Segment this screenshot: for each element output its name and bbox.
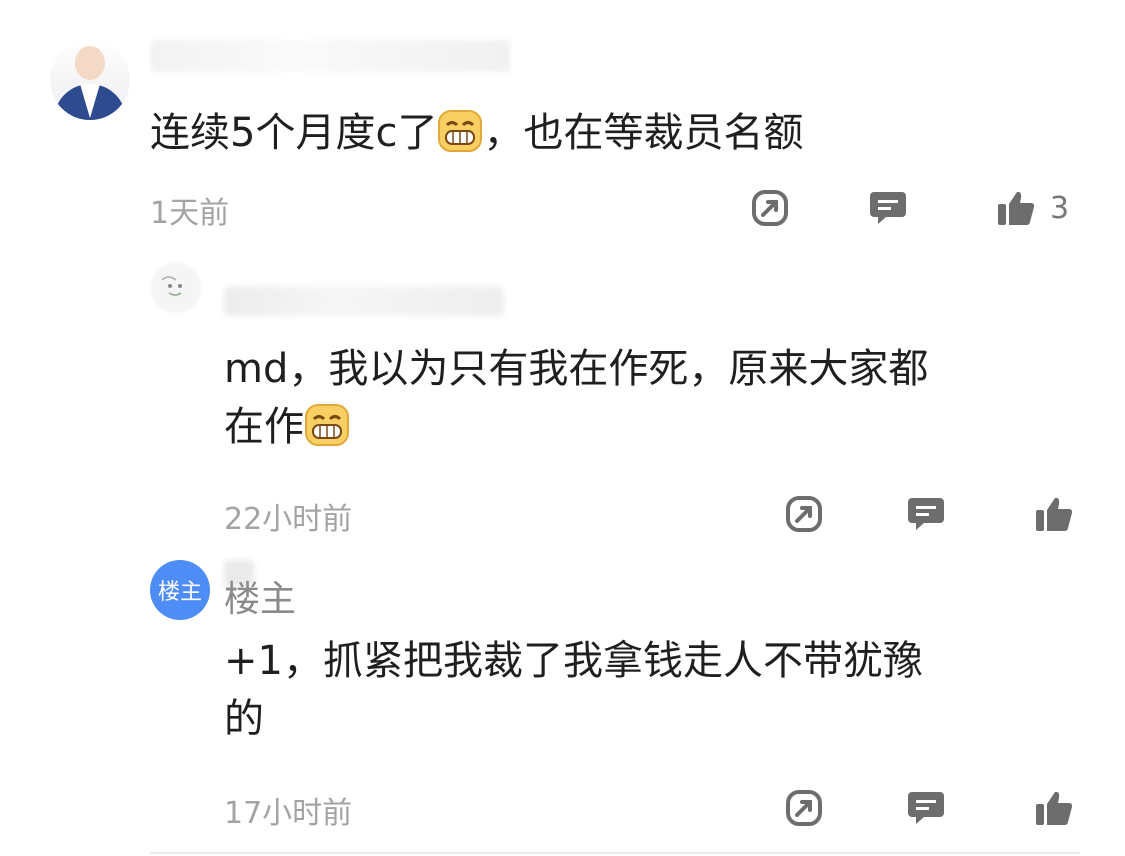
- share-button[interactable]: [784, 788, 824, 828]
- grin-emoji-icon: [437, 108, 483, 154]
- comment-actions: 3: [750, 188, 1069, 228]
- reply-icon: [908, 498, 944, 530]
- comment-text: 连续5个月度c了 ，也在等裁员名额: [150, 108, 804, 156]
- like-button[interactable]: [1034, 788, 1074, 828]
- reply-button[interactable]: [906, 494, 946, 534]
- reply-username-redacted: [224, 286, 504, 316]
- divider: [150, 852, 1080, 854]
- op-reply-actions: [784, 788, 1074, 828]
- like-button[interactable]: [1034, 494, 1074, 534]
- like-icon: [998, 191, 1035, 225]
- user-avatar[interactable]: [50, 40, 130, 120]
- reply-time: 22小时前: [224, 502, 353, 537]
- reply-actions: [784, 494, 1074, 534]
- username-redacted: [150, 40, 510, 72]
- op-author-name[interactable]: 楼主: [224, 570, 296, 622]
- reply-button[interactable]: [906, 788, 946, 828]
- reply-text: md，我以为只有我在作死，原来大家都 在作: [224, 346, 929, 450]
- reply-avatar[interactable]: [150, 262, 202, 314]
- share-button[interactable]: [784, 494, 824, 534]
- reply-icon: [908, 792, 944, 824]
- grin-emoji-icon: [304, 402, 350, 448]
- op-reply-text: +1，抓紧把我裁了我拿钱走人不带犹豫 的: [224, 638, 923, 742]
- share-icon: [786, 496, 822, 532]
- comment-time: 1天前: [150, 196, 230, 231]
- like-button[interactable]: [996, 188, 1036, 228]
- like-icon: [1036, 497, 1073, 531]
- reply-icon: [870, 192, 906, 224]
- like-count: 3: [1050, 190, 1070, 226]
- op-badge-avatar[interactable]: 楼主: [150, 560, 210, 620]
- share-icon: [752, 190, 788, 226]
- share-icon: [786, 790, 822, 826]
- reply-button[interactable]: [868, 188, 908, 228]
- share-button[interactable]: [750, 188, 790, 228]
- op-reply-time: 17小时前: [224, 796, 353, 831]
- like-icon: [1036, 791, 1073, 825]
